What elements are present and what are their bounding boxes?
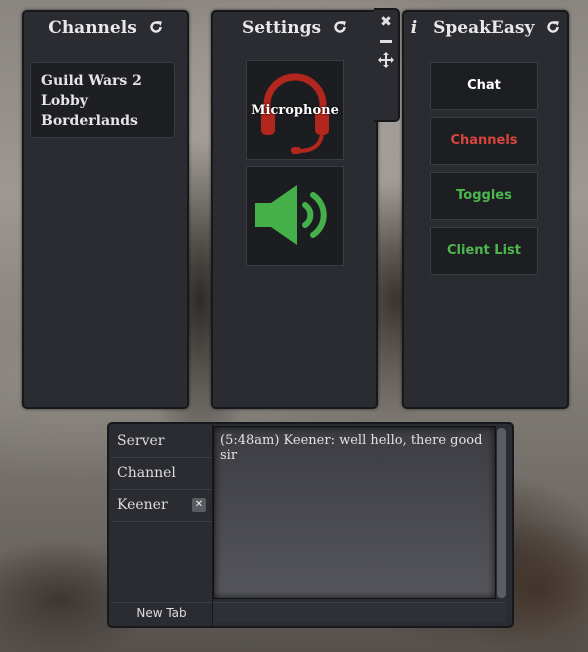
settings-window-controls: ✖ xyxy=(374,8,400,122)
settings-panel-header: Settings xyxy=(213,18,376,38)
speakeasy-panel-title: SpeakEasy xyxy=(433,18,535,38)
minimize-icon[interactable] xyxy=(378,33,394,49)
microphone-tile[interactable]: Microphone xyxy=(246,60,344,160)
refresh-icon[interactable] xyxy=(333,20,347,34)
speakeasy-panel: i SpeakEasy Chat Channels Toggles Client… xyxy=(402,10,569,409)
new-tab-button[interactable]: New Tab xyxy=(111,602,212,623)
channel-item-guild-wars-2[interactable]: Guild Wars 2 xyxy=(41,71,164,91)
chat-button[interactable]: Chat xyxy=(430,62,538,110)
chat-message: (5:48am) Keener: well hello, there good … xyxy=(220,433,483,463)
close-icon[interactable]: ✕ xyxy=(192,498,206,512)
settings-panel: Settings Microphone xyxy=(211,10,378,409)
channels-panel-header: Channels xyxy=(24,18,187,38)
close-icon[interactable]: ✖ xyxy=(378,14,394,30)
toggles-button[interactable]: Toggles xyxy=(430,172,538,220)
channels-panel-title: Channels xyxy=(48,18,137,38)
chat-tab-list: Server Channel Keener ✕ xyxy=(111,426,212,600)
speaker-icon xyxy=(255,185,327,245)
chat-tab-keener[interactable]: Keener ✕ xyxy=(111,490,212,522)
chat-scrollbar[interactable] xyxy=(497,428,506,598)
speaker-tile[interactable] xyxy=(246,166,344,266)
client-list-button[interactable]: Client List xyxy=(430,227,538,275)
chat-tab-server[interactable]: Server xyxy=(111,426,212,458)
chat-window: Server Channel Keener ✕ New Tab (5:48am)… xyxy=(107,422,514,628)
chat-input[interactable] xyxy=(213,602,506,622)
refresh-icon[interactable] xyxy=(149,20,163,34)
channel-list: Guild Wars 2 Lobby Borderlands xyxy=(30,62,175,138)
channel-item-borderlands[interactable]: Borderlands xyxy=(41,111,164,131)
channels-button[interactable]: Channels xyxy=(430,117,538,165)
speakeasy-panel-header: i SpeakEasy xyxy=(404,18,567,38)
settings-panel-title: Settings xyxy=(242,18,322,38)
info-icon[interactable]: i xyxy=(411,18,417,38)
channel-item-lobby[interactable]: Lobby xyxy=(41,91,164,111)
channels-panel: Channels Guild Wars 2 Lobby Borderlands xyxy=(22,10,189,409)
move-icon[interactable] xyxy=(378,52,394,68)
refresh-icon[interactable] xyxy=(546,20,560,34)
chat-tab-label: Server xyxy=(117,433,165,449)
microphone-label: Microphone xyxy=(251,103,339,118)
chat-tab-label: Keener xyxy=(117,497,168,513)
chat-tab-channel[interactable]: Channel xyxy=(111,458,212,490)
chat-log: (5:48am) Keener: well hello, there good … xyxy=(213,426,496,599)
chat-tab-label: Channel xyxy=(117,465,176,481)
